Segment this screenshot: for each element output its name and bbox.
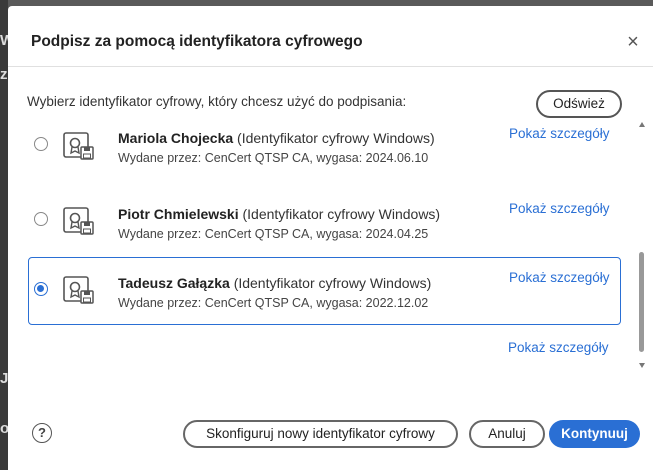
sign-dialog: Podpisz za pomocą identyfikatora cyfrowe… (8, 6, 653, 470)
radio-button[interactable] (34, 137, 48, 151)
continue-button[interactable]: Kontynuuj (549, 420, 640, 448)
help-icon[interactable]: ? (32, 423, 52, 443)
show-details-link[interactable]: Pokaż szczegóły (509, 126, 610, 141)
digital-id-name-line: Tadeusz Gałązka (Identyfikator cyfrowy W… (118, 275, 431, 291)
header-divider (8, 66, 653, 67)
digital-id-item-selected[interactable]: Tadeusz Gałązka (Identyfikator cyfrowy W… (28, 257, 621, 325)
certificate-icon (63, 276, 94, 304)
digital-id-issued: Wydane przez: CenCert QTSP CA, wygasa: 2… (118, 227, 429, 241)
list-scrollbar[interactable] (638, 122, 648, 368)
digital-id-list: Mariola Chojecka (Identyfikator cyfrowy … (8, 122, 638, 368)
certificate-icon (63, 132, 94, 160)
close-icon[interactable]: × (623, 32, 643, 52)
background-text: J (0, 370, 8, 387)
background-text: z (0, 66, 8, 83)
scroll-down-icon[interactable] (639, 363, 645, 368)
show-details-link[interactable]: Pokaż szczegóły (508, 340, 609, 355)
digital-id-name: Tadeusz Gałązka (118, 275, 230, 291)
digital-id-name-line: Mariola Chojecka (Identyfikator cyfrowy … (118, 130, 435, 146)
digital-id-name: Piotr Chmielewski (118, 206, 239, 222)
digital-id-name: Mariola Chojecka (118, 130, 234, 146)
background-app: W z J o (0, 0, 8, 470)
digital-id-type: (Identyfikator cyfrowy Windows) (237, 130, 435, 146)
scroll-up-icon[interactable] (639, 122, 645, 127)
cancel-button[interactable]: Anuluj (469, 420, 545, 448)
dialog-title: Podpisz za pomocą identyfikatora cyfrowe… (31, 33, 363, 50)
digital-id-issued: Wydane przez: CenCert QTSP CA, wygasa: 2… (118, 296, 429, 310)
show-details-link[interactable]: Pokaż szczegóły (509, 270, 610, 285)
show-details-link[interactable]: Pokaż szczegóły (509, 201, 610, 216)
digital-id-issued: Wydane przez: CenCert QTSP CA, wygasa: 2… (118, 151, 429, 165)
scrollbar-thumb[interactable] (639, 252, 644, 352)
digital-id-item[interactable]: Mariola Chojecka (Identyfikator cyfrowy … (28, 122, 621, 184)
refresh-button[interactable]: Odśwież (536, 90, 622, 118)
certificate-icon (63, 207, 94, 235)
digital-id-type: (Identyfikator cyfrowy Windows) (233, 275, 432, 291)
digital-id-item[interactable]: Piotr Chmielewski (Identyfikator cyfrowy… (28, 190, 621, 258)
digital-id-name-line: Piotr Chmielewski (Identyfikator cyfrowy… (118, 206, 440, 222)
configure-new-id-button[interactable]: Skonfiguruj nowy identyfikator cyfrowy (183, 420, 458, 448)
radio-button-selected[interactable] (34, 282, 48, 296)
radio-button[interactable] (34, 212, 48, 226)
background-text: W (0, 32, 8, 49)
instruction-text: Wybierz identyfikator cyfrowy, który chc… (27, 94, 407, 109)
background-text: o (0, 420, 8, 437)
digital-id-type: (Identyfikator cyfrowy Windows) (242, 206, 441, 222)
